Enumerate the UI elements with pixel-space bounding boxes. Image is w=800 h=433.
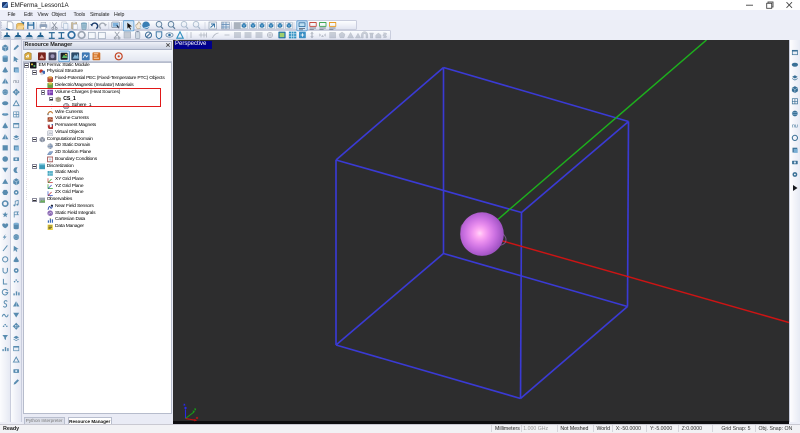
svg-text:nu: nu: [13, 78, 19, 84]
svg-text:nu: nu: [791, 123, 797, 129]
